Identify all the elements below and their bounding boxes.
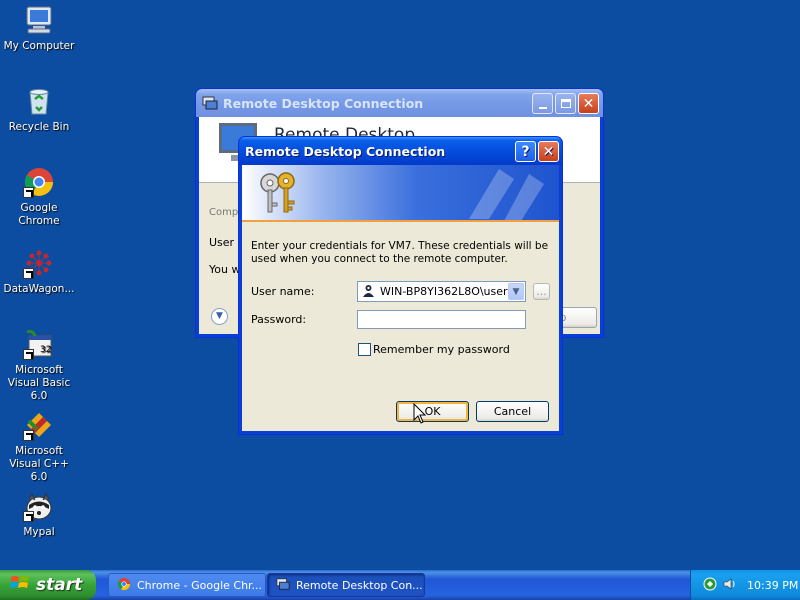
instruction-text: Enter your credentials for VM7. These cr… [251, 240, 549, 265]
desktop-icon-label: Recycle Bin [8, 121, 70, 133]
bg-close-button[interactable]: ✕ [578, 93, 599, 114]
username-label: User name: [251, 285, 315, 298]
shortcut-arrow-icon [23, 349, 34, 360]
dialog-title: Remote Desktop Connection [245, 143, 446, 159]
keys-icon [256, 169, 304, 220]
shortcut-arrow-icon [23, 430, 34, 441]
remote-desktop-icon [202, 95, 218, 111]
maximize-button[interactable] [555, 93, 576, 114]
username-value: WIN-BP8YI362L8O\user [380, 285, 508, 298]
minimize-button[interactable] [532, 93, 553, 114]
desktop-icon-mypal[interactable]: Mypal [0, 490, 78, 539]
visual-cpp-icon [23, 409, 55, 441]
my-computer-icon [23, 4, 55, 36]
desktop-icon-my-computer[interactable]: My Computer [0, 4, 78, 53]
ok-button[interactable]: OK [396, 401, 469, 422]
dialog-client: Enter your credentials for VM7. These cr… [242, 165, 559, 431]
desktop-icon-label: Google Chrome [18, 202, 60, 227]
mypal-icon [23, 490, 55, 522]
user-icon [362, 284, 375, 300]
windows-logo-icon [10, 574, 30, 597]
datawagon-icon [23, 247, 55, 279]
dialog-close-button[interactable]: ✕ [538, 141, 559, 162]
system-tray: 10:39 PM [690, 570, 800, 600]
desktop-icon-label: Mypal [23, 526, 55, 538]
desktop-icon-recycle-bin[interactable]: Recycle Bin [0, 85, 78, 134]
bg-window-fragment-you: You w [209, 263, 241, 276]
help-button[interactable]: ? [515, 141, 536, 162]
desktop-icon-label: My Computer [3, 40, 75, 52]
network-icon[interactable] [703, 577, 717, 594]
recycle-bin-icon [23, 85, 55, 117]
desktop-icon-datawagon[interactable]: DataWagon... [0, 247, 78, 296]
remote-desktop-icon [276, 577, 290, 594]
bg-window-fragment-computer: Comp [209, 207, 239, 218]
remember-password-checkbox[interactable] [358, 343, 371, 356]
chrome-icon [117, 577, 131, 594]
close-icon: ✕ [582, 95, 595, 112]
svg-text:32: 32 [40, 345, 51, 355]
cancel-button[interactable]: Cancel [476, 401, 549, 422]
desktop-icon-label: Microsoft Visual Basic 6.0 [7, 364, 71, 402]
desktop-icon-visual-basic[interactable]: 32 Microsoft Visual Basic 6.0 [0, 328, 78, 403]
taskbar-item-remote-desktop[interactable]: Remote Desktop Con... [267, 573, 425, 597]
browse-button[interactable]: ... [533, 283, 550, 300]
taskbar-item-label: Remote Desktop Con... [296, 578, 423, 592]
chrome-icon [23, 166, 55, 198]
desktop-icon-label: DataWagon... [3, 283, 75, 295]
banner-watermark-icon [459, 165, 549, 220]
visual-basic-icon: 32 [23, 328, 55, 360]
taskbar-item-label: Chrome - Google Chr... [137, 578, 263, 592]
taskbar: start Chrome - Google Chr... Remote Desk… [0, 570, 800, 600]
volume-icon[interactable] [723, 577, 737, 594]
credentials-dialog[interactable]: Remote Desktop Connection ? ✕ Enter your… [238, 136, 563, 435]
shortcut-arrow-icon [23, 268, 34, 279]
chevron-down-icon[interactable]: ▼ [508, 283, 524, 300]
mouse-cursor-icon [413, 402, 427, 428]
help-icon: ? [521, 143, 530, 160]
start-label: start [36, 575, 83, 595]
shortcut-arrow-icon [23, 187, 34, 198]
password-input[interactable] [357, 310, 526, 329]
close-icon: ✕ [542, 143, 555, 160]
dialog-banner [242, 165, 559, 222]
desktop-icon-label: Microsoft Visual C++ 6.0 [9, 445, 69, 483]
taskbar-item-chrome[interactable]: Chrome - Google Chr... [108, 573, 266, 597]
shortcut-arrow-icon [23, 511, 34, 522]
bg-window-title: Remote Desktop Connection [223, 95, 424, 111]
password-label: Password: [251, 313, 307, 326]
remember-password-label: Remember my password [373, 343, 510, 356]
clock[interactable]: 10:39 PM [747, 579, 798, 592]
desktop-icon-google-chrome[interactable]: Google Chrome [0, 166, 78, 228]
options-chevron-icon[interactable]: ▼ [211, 308, 228, 325]
dialog-titlebar[interactable]: Remote Desktop Connection ? ✕ [239, 137, 562, 165]
bg-window-titlebar[interactable]: Remote Desktop Connection ✕ [196, 89, 603, 117]
desktop-icon-visual-cpp[interactable]: Microsoft Visual C++ 6.0 [0, 409, 78, 484]
maximize-icon [560, 99, 571, 108]
username-combobox[interactable]: WIN-BP8YI362L8O\user ▼ [357, 281, 526, 302]
minimize-icon [538, 106, 547, 109]
start-button[interactable]: start [0, 570, 96, 600]
